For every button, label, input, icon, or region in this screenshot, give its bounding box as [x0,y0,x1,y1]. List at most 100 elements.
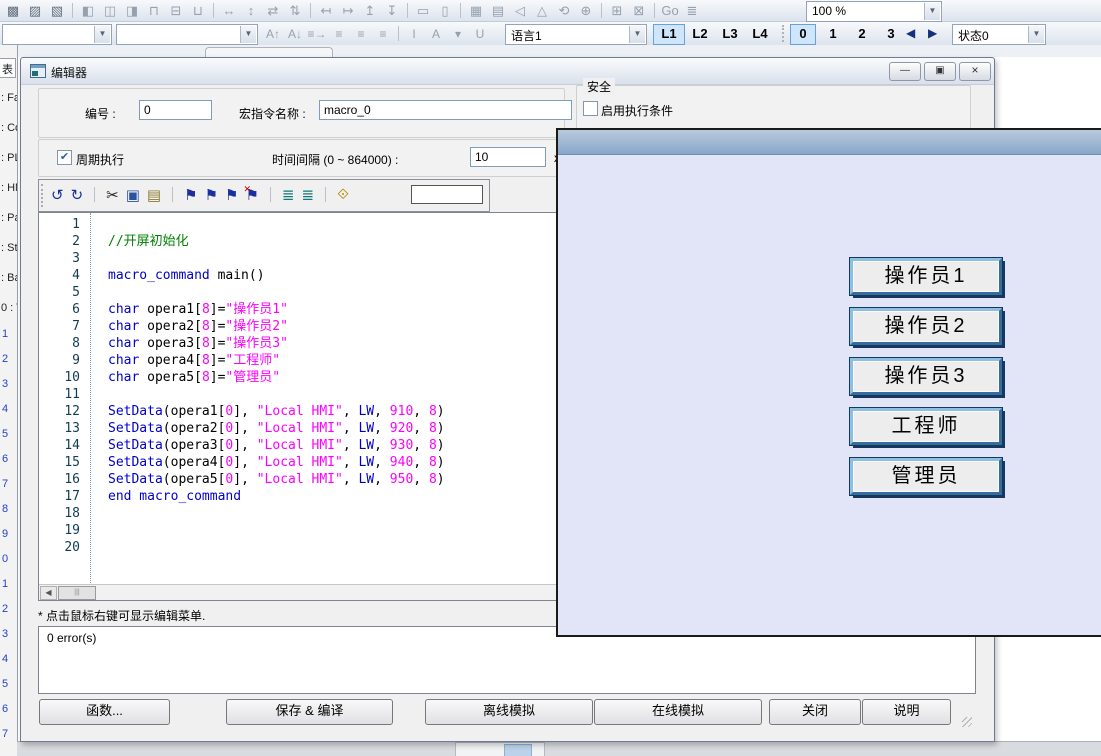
flip-horizontal-icon[interactable]: ◁ [509,3,531,19]
layout-cells-icon[interactable]: ⊠ [628,3,650,19]
fill-style-light-icon[interactable]: ▧ [46,3,68,19]
tree-window-item[interactable]: 6 [2,703,8,715]
help-button[interactable]: 说明 [862,699,951,725]
align-text-left-icon[interactable]: ≡ [328,27,350,41]
outdent-icon[interactable]: ≣ [302,186,315,204]
tree-item[interactable]: : Co [1,122,18,134]
line-spacing-icon[interactable]: ≣ [681,3,703,19]
scrollbar-thumb[interactable] [504,744,532,756]
layer-button-l2[interactable]: L2 [685,24,715,43]
align-right-icon[interactable]: ◨ [121,3,143,19]
pin-icon[interactable]: ⊕ [575,3,597,19]
state-button-2[interactable]: 2 [850,24,874,43]
hmi-button-5[interactable]: 管理员 [850,458,1002,495]
tree-item[interactable]: : PL [1,152,18,164]
layer-button-l1[interactable]: L1 [653,24,685,45]
tree-window-item[interactable]: 9 [2,528,8,540]
font-color-icon[interactable]: A [425,27,447,41]
sidebar-tab-table[interactable]: 表 [0,58,16,78]
underline-icon[interactable]: U [469,27,491,41]
align-top-icon[interactable]: ⊓ [143,3,165,19]
italic-icon[interactable]: I [403,27,425,41]
ungroup-icon[interactable]: ▤ [487,3,509,19]
undo-icon[interactable]: ↺ [51,186,64,204]
hmi-window-titlebar[interactable] [558,130,1101,155]
state-button-3[interactable]: 3 [879,24,903,43]
same-height-icon[interactable]: ▯ [434,3,456,19]
hmi-button-2[interactable]: 操作员2 [850,308,1002,345]
tree-window-item[interactable]: 7 [2,478,8,490]
align-text-center-icon[interactable]: ≡ [350,27,372,41]
zoom-level-select[interactable]: 100 % ▼ [806,1,942,22]
close-button[interactable]: × [959,62,991,81]
save-compile-button[interactable]: 保存 & 编译 [226,699,393,725]
space-equal-horizontal-icon[interactable]: ⇄ [262,3,284,19]
functions-button[interactable]: 函数... [39,699,170,725]
tree-window-item[interactable]: 5 [2,428,8,440]
tree-window-item[interactable]: 2 [2,353,8,365]
distribute-vertical-icon[interactable]: ↕ [240,3,262,18]
copy-icon[interactable]: ▣ [126,186,140,204]
tree-window-item[interactable]: 4 [2,403,8,415]
align-bottom-icon[interactable]: ⊔ [187,3,209,19]
tree-window-item[interactable]: 8 [2,503,8,515]
bookmark-toggle-icon[interactable]: ⚑ [184,186,197,204]
bookmark-clear-icon[interactable]: ⚑ [245,186,258,204]
tree-item[interactable]: : St [1,242,18,254]
font-size-select[interactable]: ▼ [116,24,258,45]
color-dropdown-icon[interactable]: ▾ [447,27,469,41]
hmi-button-1[interactable]: 操作员1 [850,258,1002,295]
nudge-down-icon[interactable]: ↧ [381,3,403,19]
tree-item[interactable]: : Fa [1,92,18,104]
tree-window-item[interactable]: 7 [2,728,8,740]
find-keyword-icon[interactable]: ⟐ [337,186,349,203]
chevron-down-icon[interactable]: ▼ [240,26,256,43]
tree-item[interactable]: : Pa [1,212,18,224]
chevron-down-icon[interactable]: ▼ [629,26,645,43]
chevron-down-icon[interactable]: ▼ [1028,26,1044,43]
chevron-down-icon[interactable]: ▼ [924,3,940,20]
dialog-titlebar[interactable]: 编辑器 — ▣ × [21,58,994,85]
layout-grid-icon[interactable]: ⊞ [606,3,628,19]
fill-style-dark-icon[interactable]: ▩ [2,3,24,19]
bookmark-next-icon[interactable]: ⚑ [205,186,218,204]
indent-icon[interactable]: ≣ [282,186,295,204]
rotate-icon[interactable]: ⟲ [553,3,575,19]
scrollbar-thumb[interactable] [58,586,96,600]
tree-window-item[interactable]: 1 [2,328,8,340]
state-button-0[interactable]: 0 [790,24,816,45]
language-select[interactable]: 语言1 ▼ [505,24,647,45]
maximize-button[interactable]: ▣ [924,62,956,81]
state-select[interactable]: 状态0 ▼ [952,24,1046,45]
bookmark-prev-icon[interactable]: ⚑ [225,186,238,204]
periodic-checkbox[interactable]: ✔ [57,150,72,165]
align-middle-icon[interactable]: ⊟ [165,3,187,19]
space-equal-vertical-icon[interactable]: ⇅ [284,3,306,19]
font-increase-icon[interactable]: A↑ [262,27,284,41]
keyword-search-input[interactable] [411,185,483,204]
align-center-horizontal-icon[interactable]: ◫ [99,3,121,19]
text-flow-icon[interactable]: ≡→ [306,27,328,41]
font-name-select[interactable]: ▼ [2,24,112,45]
tree-window-item[interactable]: 6 [2,453,8,465]
fill-style-medium-icon[interactable]: ▨ [24,3,46,19]
tree-item[interactable]: : HM [1,182,18,194]
align-left-icon[interactable]: ◧ [77,3,99,19]
align-text-right-icon[interactable]: ≡ [372,27,394,41]
go-to-icon[interactable]: Go [659,3,681,18]
group-icon[interactable]: ▦ [465,3,487,19]
nudge-right-icon[interactable]: ↦ [337,3,359,19]
distribute-horizontal-icon[interactable]: ↔ [218,3,240,18]
tree-window-item[interactable]: 3 [2,378,8,390]
font-decrease-icon[interactable]: A↓ [284,27,306,41]
same-width-icon[interactable]: ▭ [412,3,434,19]
hmi-button-4[interactable]: 工程师 [850,408,1002,445]
tree-window-item[interactable]: 0 [2,553,8,565]
layer-button-l3[interactable]: L3 [715,24,745,43]
cut-icon[interactable]: ✂ [106,186,119,204]
close-dialog-button[interactable]: 关闭 [769,699,861,725]
tree-window-item[interactable]: 5 [2,678,8,690]
macro-name-input[interactable] [319,100,572,120]
minimize-button[interactable]: — [889,62,921,81]
offline-simulation-button[interactable]: 离线模拟 [425,699,593,725]
